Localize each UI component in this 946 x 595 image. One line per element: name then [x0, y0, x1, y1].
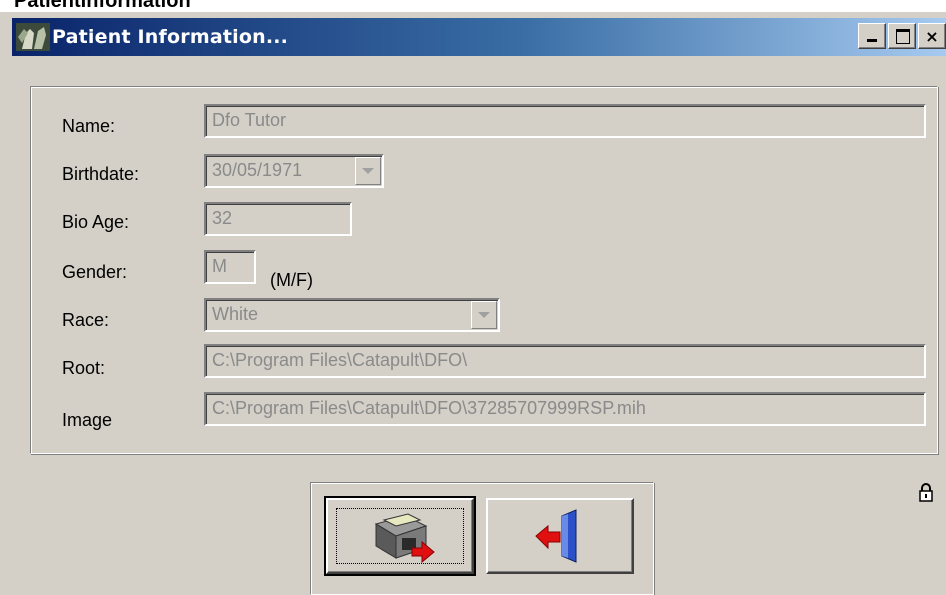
birthdate-label: Birthdate: — [62, 164, 140, 184]
name-label: Name: — [62, 116, 116, 136]
birthdate-select[interactable]: 30/05/1971 — [204, 154, 384, 188]
bio-age-field[interactable]: 32 — [204, 202, 352, 236]
image-label: Image — [62, 410, 113, 430]
gender-hint: (M/F) — [270, 270, 313, 290]
image-field[interactable]: C:\Program Files\Catapult\DFO\3728570799… — [204, 392, 926, 426]
chevron-down-icon — [478, 312, 490, 318]
root-label: Root: — [62, 358, 106, 378]
bio-age-label: Bio Age: — [62, 212, 130, 232]
birthdate-value: 30/05/1971 — [212, 160, 303, 180]
close-icon: × — [925, 26, 939, 46]
minimize-button[interactable] — [858, 23, 886, 49]
page-header-text: PatientInformation — [14, 0, 191, 12]
birthdate-dropdown-button[interactable] — [355, 157, 381, 185]
exit-button[interactable] — [486, 498, 634, 574]
gender-label: Gender: — [62, 262, 128, 282]
title-bar[interactable]: Patient Information... × — [12, 18, 946, 56]
window-title: Patient Information... — [52, 26, 289, 48]
maximize-button[interactable] — [888, 23, 916, 49]
window-controls: × — [858, 23, 946, 49]
maximize-icon — [896, 29, 910, 44]
gender-field[interactable]: M — [204, 250, 256, 284]
save-icon — [374, 513, 435, 564]
name-field[interactable]: Dfo Tutor — [204, 104, 926, 138]
race-select[interactable]: White — [204, 298, 500, 332]
race-dropdown-button[interactable] — [471, 301, 497, 329]
chevron-down-icon — [362, 168, 374, 174]
lock-icon — [919, 483, 933, 502]
save-button[interactable] — [324, 496, 476, 576]
minimize-icon — [867, 39, 877, 42]
close-button[interactable]: × — [918, 23, 946, 49]
patient-information-window: Patient Information... × Name: Dfo Tutor… — [0, 12, 946, 595]
root-field[interactable]: C:\Program Files\Catapult\DFO\ — [204, 344, 926, 378]
race-label: Race: — [62, 310, 110, 330]
exit-door-icon — [535, 509, 577, 563]
race-value: White — [212, 304, 259, 324]
app-icon — [16, 23, 50, 51]
page-header: PatientInformation — [0, 0, 946, 12]
